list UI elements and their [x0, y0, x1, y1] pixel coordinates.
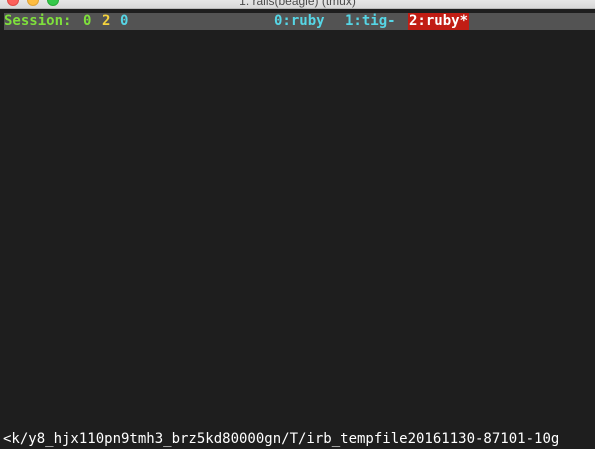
- title-bar: 1. rails(beagle) (tmux): [0, 0, 595, 9]
- session-number-2: 2: [102, 13, 111, 29]
- tmux-status-bar: Session: 0 2 0 0:ruby 1:tig- 2:ruby*: [4, 13, 595, 30]
- tmux-window-tab-0[interactable]: 0:ruby: [274, 13, 325, 30]
- terminal-output-line: <k/y8_hjx110pn9tmh3_brz5kd80000gn/T/irb_…: [3, 431, 560, 447]
- terminal-window: 1. rails(beagle) (tmux) Session: 0 2 0 0…: [0, 0, 595, 449]
- terminal-pane[interactable]: [0, 30, 595, 429]
- tmux-window-tab-1[interactable]: 1:tig-: [345, 13, 396, 30]
- session-number-1: 0: [83, 13, 92, 29]
- session-label: Session:: [4, 13, 72, 29]
- window-title: 1. rails(beagle) (tmux): [239, 0, 356, 8]
- session-number-3: 0: [120, 13, 129, 29]
- tmux-window-tab-2-active[interactable]: 2:ruby*: [408, 13, 470, 30]
